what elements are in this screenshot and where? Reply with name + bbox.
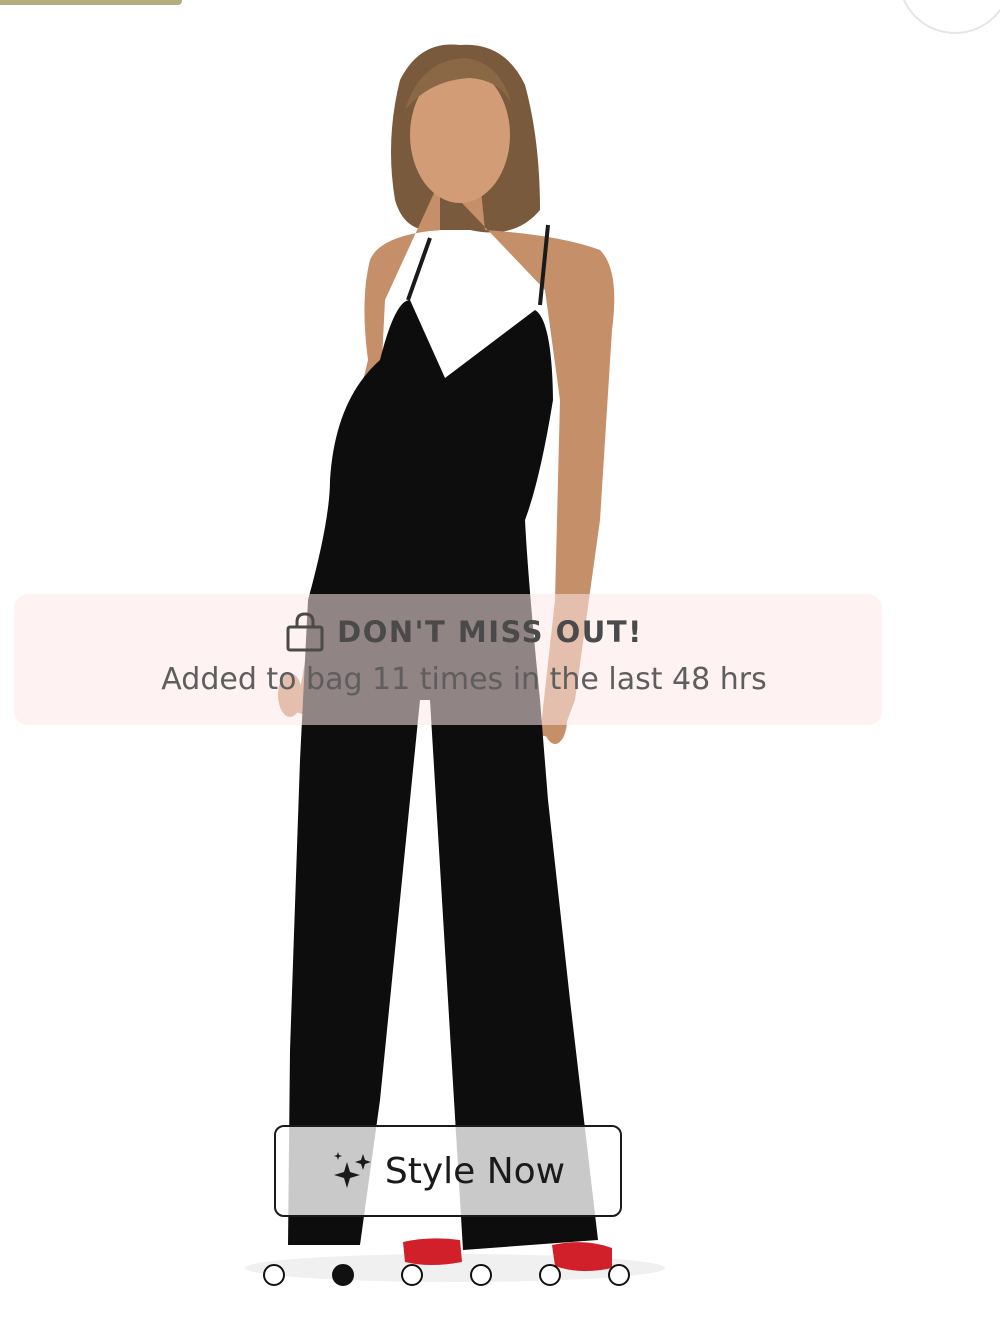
social-proof-banner: DON'T MISS OUT! Added to bag 11 times in… (14, 594, 882, 725)
style-now-label: Style Now (384, 1150, 566, 1192)
carousel-dot-5[interactable] (539, 1264, 561, 1286)
carousel-dot-1[interactable] (263, 1264, 285, 1286)
carousel-pagination (263, 1264, 643, 1290)
carousel-dot-6[interactable] (608, 1264, 630, 1286)
banner-subtitle: Added to bag 11 times in the last 48 hrs (161, 662, 767, 697)
carousel-dot-3[interactable] (401, 1264, 423, 1286)
banner-title: DON'T MISS OUT! (337, 615, 643, 649)
sparkle-icon (333, 1152, 371, 1188)
style-now-button[interactable]: Style Now (274, 1125, 622, 1217)
carousel-dot-4[interactable] (470, 1264, 492, 1286)
banner-title-row: DON'T MISS OUT! (14, 608, 914, 656)
shopping-bag-icon (286, 612, 324, 652)
carousel-dot-2[interactable] (332, 1264, 354, 1286)
